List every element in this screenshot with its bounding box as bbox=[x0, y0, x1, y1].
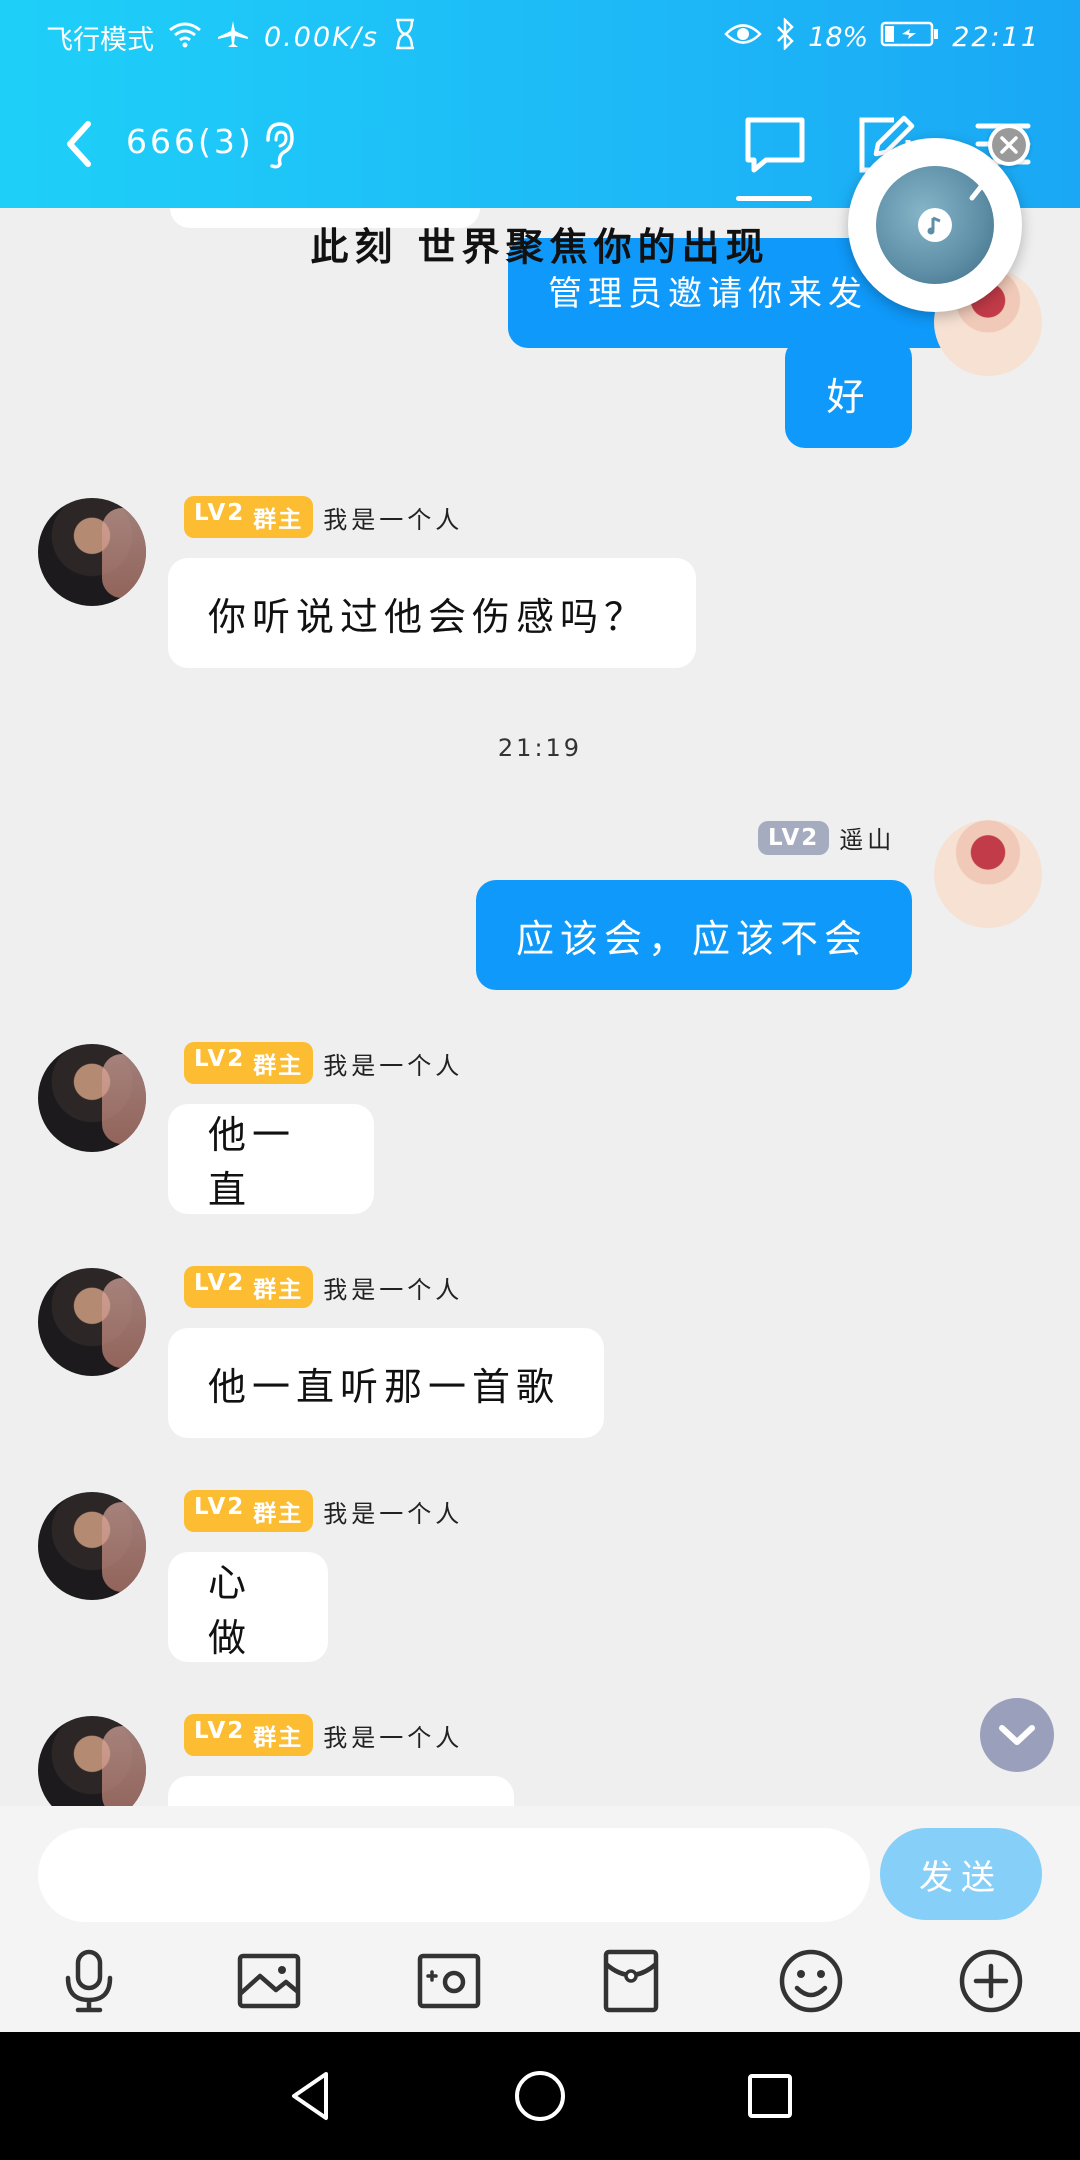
level-badge: LV2 群主 bbox=[184, 496, 314, 538]
network-speed: 0.00K/s bbox=[264, 22, 379, 53]
sender-info: LV2 群主 我是一个人 bbox=[184, 1490, 463, 1532]
level-badge: LV2 群主 bbox=[184, 1266, 314, 1308]
chat-icon[interactable] bbox=[740, 110, 810, 180]
nav-back-icon[interactable] bbox=[280, 2066, 340, 2126]
nav-recents-icon[interactable] bbox=[740, 2066, 800, 2126]
avatar[interactable] bbox=[38, 1716, 146, 1806]
camera-icon[interactable] bbox=[414, 1946, 484, 2016]
emoji-icon[interactable] bbox=[776, 1946, 846, 2016]
ear-icon[interactable] bbox=[258, 120, 298, 174]
avatar[interactable] bbox=[38, 1044, 146, 1152]
sender-name: 我是一个人 bbox=[323, 1499, 464, 1528]
nav-home-icon[interactable] bbox=[510, 2066, 570, 2126]
bluetooth-icon bbox=[774, 16, 796, 57]
sender-info: LV2 群主 我是一个人 bbox=[184, 1714, 463, 1756]
avatar[interactable] bbox=[38, 498, 146, 606]
wifi-icon bbox=[168, 20, 202, 55]
battery-percent: 18% bbox=[808, 22, 869, 53]
message-bubble[interactable]: 他一直 bbox=[168, 1104, 374, 1214]
status-bar: 飞行模式 0.00K/s 18% 22:11 bbox=[0, 0, 1080, 76]
level-badge: LV2 群主 bbox=[184, 1714, 314, 1756]
system-nav-bar bbox=[0, 2032, 1080, 2160]
sender-name: 我是一个人 bbox=[323, 1275, 464, 1304]
sender-info: LV2 群主 我是一个人 bbox=[184, 496, 463, 538]
message-text: 好 bbox=[826, 374, 871, 419]
active-tab-indicator bbox=[736, 196, 812, 201]
plus-icon[interactable] bbox=[956, 1946, 1026, 2016]
scroll-to-bottom-button[interactable] bbox=[980, 1698, 1054, 1772]
avatar[interactable] bbox=[38, 1268, 146, 1376]
message-text: 他一直 bbox=[208, 1113, 297, 1212]
message-text: 他一直听那一首歌 bbox=[208, 1364, 561, 1409]
sender-name: 遥山 bbox=[839, 826, 896, 854]
sender-info: LV2 群主 我是一个人 bbox=[184, 1266, 463, 1308]
chevron-down-icon bbox=[999, 1725, 1035, 1745]
image-icon[interactable] bbox=[234, 1946, 304, 2016]
message-text: 心做 bbox=[208, 1561, 253, 1660]
message-list[interactable]: 管理员邀请你来发 此刻 世界聚焦你的出现 好 LV2 群主 我是一个人 你听说过他… bbox=[0, 208, 1080, 1806]
input-bar: 发送 bbox=[0, 1806, 1080, 2032]
airplane-mode-label: 飞行模式 bbox=[46, 25, 154, 56]
sender-name: 我是一个人 bbox=[323, 1723, 464, 1752]
airplane-icon bbox=[216, 19, 250, 56]
level-badge: LV2 群主 bbox=[184, 1490, 314, 1532]
message-bubble[interactable]: 你听说过他会伤感吗？ bbox=[168, 558, 696, 668]
avatar[interactable] bbox=[934, 820, 1042, 928]
message-bubble[interactable]: 心做 bbox=[168, 1552, 328, 1662]
music-player-widget[interactable] bbox=[848, 124, 1030, 312]
red-packet-icon[interactable] bbox=[596, 1946, 666, 2016]
message-text: 你听说过他会伤感吗？ bbox=[208, 594, 649, 639]
sender-name: 我是一个人 bbox=[323, 1051, 464, 1080]
message-bubble[interactable]: 他一直听那一首歌 bbox=[168, 1328, 604, 1438]
message-bubble[interactable]: 好 bbox=[785, 338, 912, 448]
level-badge: LV2 群主 bbox=[184, 1042, 314, 1084]
timestamp: 21:19 bbox=[497, 734, 583, 762]
clock: 22:11 bbox=[952, 22, 1040, 53]
sender-info: LV2 群主 我是一个人 bbox=[184, 1042, 463, 1084]
chat-title[interactable]: 666(3) bbox=[126, 122, 254, 161]
sender-info: LV2 遥山 bbox=[758, 820, 895, 855]
battery-icon bbox=[880, 20, 940, 55]
hourglass-icon bbox=[393, 18, 417, 57]
message-input[interactable] bbox=[38, 1828, 870, 1922]
eye-icon bbox=[724, 21, 762, 54]
message-text: 应该会，应该不会 bbox=[516, 916, 869, 961]
microphone-icon[interactable] bbox=[54, 1946, 124, 2016]
message-bubble[interactable]: 应该会，应该不会 bbox=[476, 880, 912, 990]
send-button[interactable]: 发送 bbox=[880, 1828, 1042, 1920]
back-icon[interactable] bbox=[52, 114, 112, 174]
message-bubble[interactable] bbox=[168, 1776, 514, 1806]
avatar[interactable] bbox=[38, 1492, 146, 1600]
close-icon[interactable] bbox=[988, 124, 1030, 166]
message-text: 管理员邀请你来发 bbox=[548, 274, 868, 314]
sender-name: 我是一个人 bbox=[323, 505, 464, 534]
level-badge: LV2 bbox=[758, 820, 830, 855]
